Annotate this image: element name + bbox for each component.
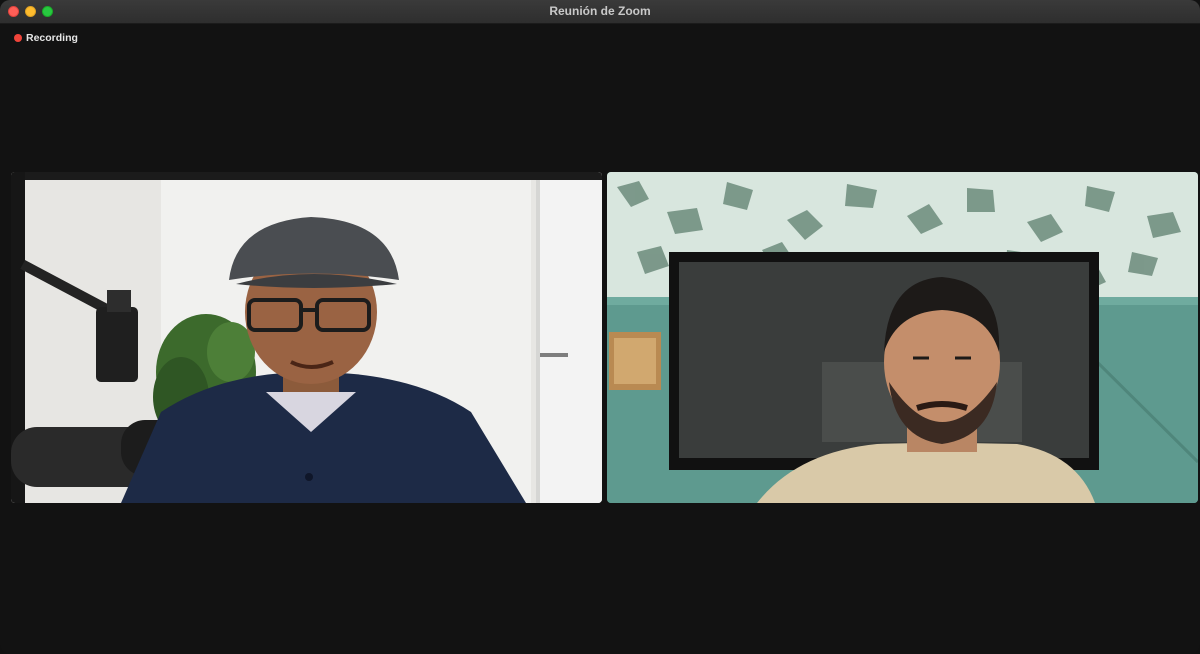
recording-indicator[interactable]: Recording: [14, 31, 78, 45]
participant-video-left[interactable]: [11, 172, 602, 503]
recording-dot-icon: [14, 34, 22, 42]
participant-video-right-frame: [607, 172, 1198, 503]
zoom-window: Reunión de Zoom Recording: [0, 0, 1200, 654]
title-bar[interactable]: Reunión de Zoom: [0, 0, 1200, 24]
participant-video-right[interactable]: [607, 172, 1198, 503]
window-title: Reunión de Zoom: [549, 4, 651, 18]
recording-label: Recording: [26, 32, 78, 44]
participant-video-left-frame: [11, 172, 602, 503]
